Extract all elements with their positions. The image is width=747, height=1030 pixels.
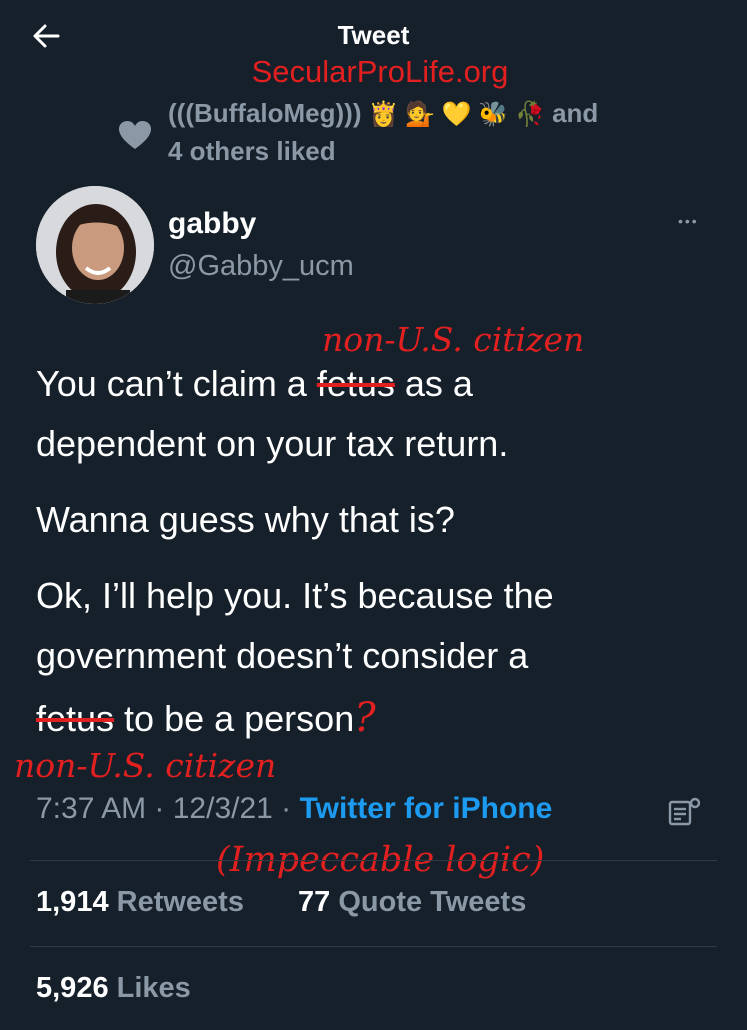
tweet-text-line-2: dependent on your tax return.: [36, 423, 509, 464]
tweet-text-1b: as a: [394, 363, 473, 404]
author-handle[interactable]: @Gabby_ucm: [168, 250, 354, 283]
tweet-meta: 7:37 AM · 12/3/21 · Twitter for iPhone: [36, 792, 552, 826]
divider: [30, 860, 717, 861]
liker-name: (((BuffaloMeg))): [168, 98, 362, 128]
struck-word-1: fetus: [316, 363, 395, 404]
tweet-text-line-3: Wanna guess why that is?: [36, 499, 455, 540]
retweets-label: Retweets: [116, 886, 244, 918]
analytics-icon-svg: [668, 797, 701, 826]
likes-label: Likes: [116, 972, 191, 1004]
author-name[interactable]: gabby: [168, 207, 256, 241]
divider: [30, 946, 717, 947]
watermark-text: SecularProLife.org: [251, 54, 509, 89]
avatar-photo: [36, 186, 154, 304]
avatar[interactable]: [36, 186, 154, 304]
tweet-time: 7:37 AM: [36, 792, 147, 825]
tweet-text-1a: You can’t claim a: [36, 363, 317, 404]
retweets-stat[interactable]: 1,914 Retweets: [36, 886, 244, 919]
quote-tweets-label: Quote Tweets: [338, 886, 527, 918]
tweet-text-line-4: Ok, I’ll help you. It’s because the: [36, 575, 554, 616]
liked-others-text: 4 others liked: [168, 136, 336, 166]
liked-by-context[interactable]: (((BuffaloMeg))) 👸 💁 💛 🐝 🥀 and 4 others …: [118, 98, 718, 174]
struck-word-2: fetus: [36, 698, 115, 739]
retweets-count: 1,914: [36, 886, 109, 918]
annotation-replacement-2: non-U.S. citizen: [14, 746, 277, 785]
more-options-icon[interactable]: •••: [678, 213, 699, 229]
tweet-text-6b: to be a person: [114, 698, 355, 739]
tweet-date: 12/3/21: [172, 792, 273, 825]
likes-count: 5,926: [36, 972, 109, 1004]
tweet-text-line-6: fetus to be a person?: [36, 695, 376, 741]
annotation-replacement-1: non-U.S. citizen: [322, 320, 585, 359]
likes-stat[interactable]: 5,926 Likes: [36, 972, 191, 1005]
heart-icon: [119, 121, 151, 149]
tweet-text-line-1: You can’t claim a fetus as a: [36, 363, 473, 405]
liked-and-text: and: [552, 98, 599, 128]
tweet-text-line-5: government doesn’t consider a: [36, 635, 529, 676]
annotation-question-mark: ?: [354, 695, 376, 741]
quote-tweets-stat[interactable]: 77 Quote Tweets: [298, 886, 526, 919]
quote-tweets-count: 77: [298, 886, 331, 918]
meta-separator: ·: [272, 792, 300, 825]
liker-emojis: 👸 💁 💛 🐝 🥀: [368, 101, 545, 128]
tweet-source-link[interactable]: Twitter for iPhone: [300, 792, 553, 825]
meta-separator: ·: [146, 792, 173, 825]
analytics-icon[interactable]: [668, 796, 702, 828]
page-title: Tweet: [337, 20, 410, 50]
